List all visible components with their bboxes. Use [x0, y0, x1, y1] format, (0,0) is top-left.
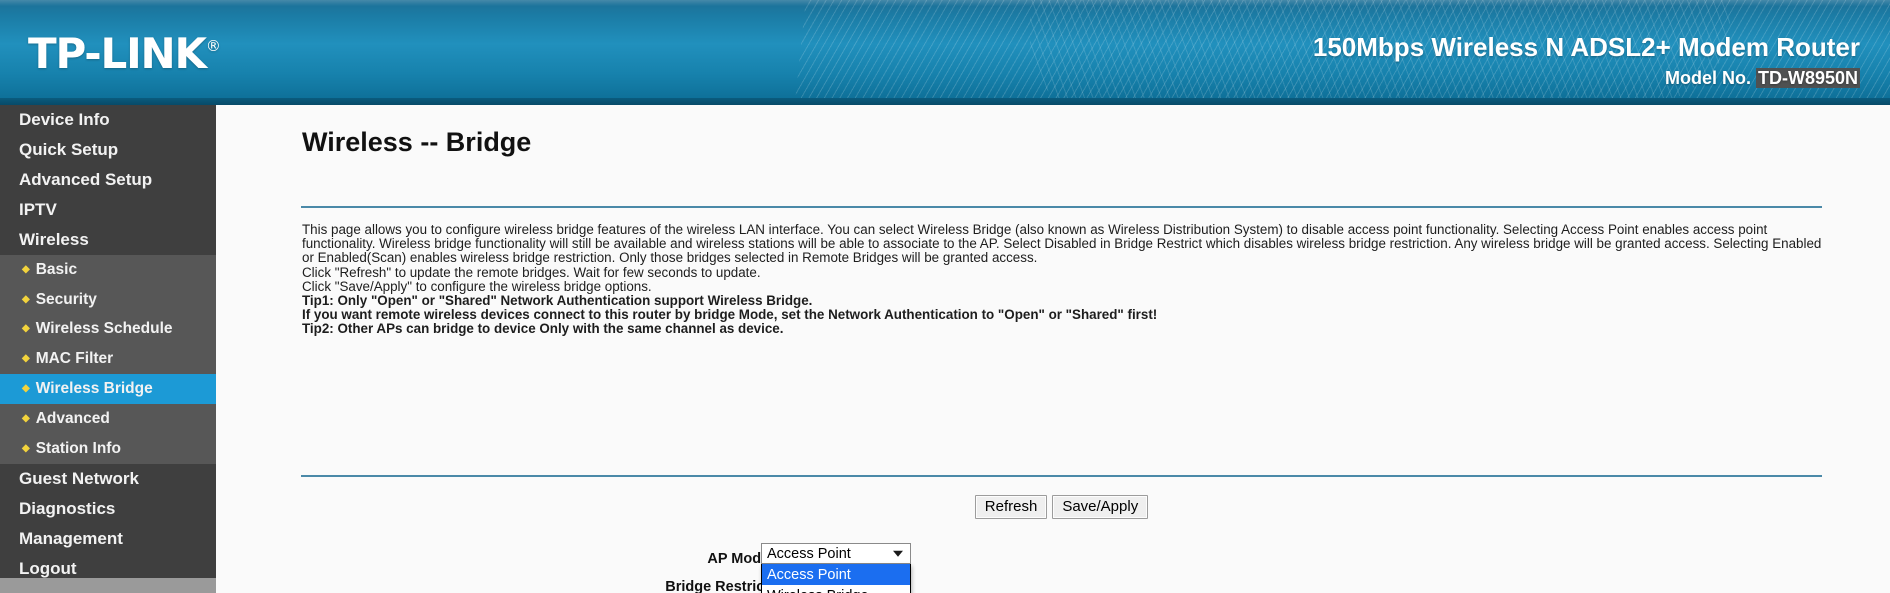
- sidebar-item-label: Advanced: [35, 409, 110, 427]
- sidebar-item-label: Station Info: [35, 439, 121, 457]
- sidebar-item-security[interactable]: ◆ Security: [0, 285, 216, 315]
- sidebar-item-device-info[interactable]: Device Info: [0, 105, 216, 135]
- sidebar-item-label: Wireless Schedule: [35, 320, 173, 338]
- sidebar-item-quick-setup[interactable]: Quick Setup: [0, 135, 216, 165]
- diamond-bullet-icon: ◆: [22, 263, 30, 275]
- divider-top: [301, 206, 1822, 208]
- sidebar-item-label: IPTV: [19, 200, 57, 219]
- sidebar-item-label: Basic: [35, 260, 78, 278]
- dropdown-option-label: Wireless Bridge: [767, 588, 869, 593]
- dropdown-option-access-point[interactable]: Access Point: [762, 564, 910, 585]
- sidebar-item-wireless-schedule[interactable]: ◆ Wireless Schedule: [0, 315, 216, 345]
- sidebar-item-management[interactable]: Management: [0, 524, 216, 554]
- ap-mode-select[interactable]: Access Point: [761, 543, 911, 564]
- chevron-down-icon: [893, 550, 903, 557]
- sidebar-item-label: Wireless Bridge: [35, 380, 153, 398]
- diamond-bullet-icon: ◆: [22, 412, 30, 424]
- sidebar-item-guest-network[interactable]: Guest Network: [0, 464, 216, 494]
- save-apply-button[interactable]: Save/Apply: [1052, 495, 1149, 519]
- sidebar-wireless-submenu: ◆ Basic ◆ Security ◆ Wireless Schedule ◆…: [0, 255, 216, 464]
- header-bottom-edge: [0, 98, 1890, 105]
- sidebar-item-wireless[interactable]: Wireless: [0, 225, 216, 255]
- router-admin-page: TP-LINK® 150Mbps Wireless N ADSL2+ Modem…: [0, 0, 1890, 593]
- sidebar-footer-strip: [0, 578, 216, 593]
- refresh-button[interactable]: Refresh: [974, 495, 1048, 519]
- sidebar-top-group: Device Info Quick Setup Advanced Setup I…: [0, 105, 216, 255]
- sidebar-bottom-group: Guest Network Diagnostics Management Log…: [0, 464, 216, 584]
- ap-mode-label: AP Mode:: [707, 551, 774, 567]
- description-saveapply-hint: Click "Save/Apply" to configure the wire…: [302, 278, 652, 294]
- form-action-bar: Refresh Save/Apply: [301, 495, 1822, 519]
- model-number-label: Model No.: [1664, 68, 1751, 88]
- diamond-bullet-icon: ◆: [22, 353, 30, 365]
- sidebar-item-label: MAC Filter: [35, 350, 114, 368]
- page-description: This page allows you to configure wirele…: [302, 222, 1822, 337]
- registered-trademark-icon: ®: [205, 37, 221, 55]
- sidebar-navigation: Device Info Quick Setup Advanced Setup I…: [0, 105, 216, 578]
- sidebar-item-label: Logout: [19, 558, 77, 578]
- sidebar-item-diagnostics[interactable]: Diagnostics: [0, 494, 216, 524]
- ap-mode-dropdown-list: Access Point Wireless Bridge: [761, 564, 911, 593]
- sidebar-item-label: Advanced Setup: [19, 170, 153, 189]
- ap-mode-selected-value: Access Point: [767, 545, 851, 562]
- diamond-bullet-icon: ◆: [22, 323, 30, 335]
- sidebar-item-advanced-setup[interactable]: Advanced Setup: [0, 165, 216, 195]
- diamond-bullet-icon: ◆: [22, 293, 30, 305]
- divider-bottom: [301, 475, 1822, 477]
- model-number-value: TD-W8950N: [1755, 68, 1860, 88]
- description-tip2: Tip2: Other APs can bridge to device Onl…: [302, 321, 784, 337]
- description-refresh-hint: Click "Refresh" to update the remote bri…: [302, 264, 761, 280]
- page-header: TP-LINK® 150Mbps Wireless N ADSL2+ Modem…: [0, 0, 1890, 105]
- diamond-bullet-icon: ◆: [22, 442, 30, 454]
- logo-text: TP-LINK: [28, 29, 207, 78]
- ap-mode-select-wrapper: Access Point Access Point Wireless Bridg…: [761, 543, 911, 593]
- sidebar-item-label: Wireless: [19, 230, 89, 249]
- page-title: Wireless -- Bridge: [302, 127, 532, 157]
- description-tip1: Tip1: Only "Open" or "Shared" Network Au…: [302, 293, 813, 309]
- product-title: 150Mbps Wireless N ADSL2+ Modem Router: [1312, 32, 1860, 62]
- sidebar-item-basic[interactable]: ◆ Basic: [0, 255, 216, 285]
- bridge-restrict-label: Bridge Restrict:: [665, 579, 774, 593]
- dropdown-option-label: Access Point: [767, 566, 851, 583]
- sidebar-item-label: Diagnostics: [19, 498, 116, 518]
- description-tip1-detail: If you want remote wireless devices conn…: [302, 307, 1158, 323]
- sidebar-item-wireless-bridge[interactable]: ◆ Wireless Bridge: [0, 374, 216, 404]
- header-sheen: [0, 0, 1890, 6]
- sidebar-item-mac-filter[interactable]: ◆ MAC Filter: [0, 344, 216, 374]
- tplink-logo[interactable]: TP-LINK®: [28, 29, 221, 78]
- sidebar-item-advanced[interactable]: ◆ Advanced: [0, 404, 216, 434]
- dropdown-option-wireless-bridge[interactable]: Wireless Bridge: [762, 585, 910, 593]
- sidebar-item-label: Device Info: [19, 110, 110, 129]
- sidebar-item-label: Quick Setup: [19, 140, 119, 159]
- sidebar-item-label: Management: [19, 528, 123, 548]
- description-paragraph: This page allows you to configure wirele…: [302, 222, 1822, 266]
- sidebar-item-station-info[interactable]: ◆ Station Info: [0, 434, 216, 464]
- sidebar-item-label: Security: [35, 290, 97, 308]
- sidebar-item-label: Guest Network: [19, 468, 139, 488]
- main-content: Wireless -- Bridge This page allows you …: [216, 105, 1890, 593]
- diamond-bullet-icon: ◆: [22, 383, 30, 395]
- sidebar-item-iptv[interactable]: IPTV: [0, 195, 216, 225]
- model-number-line: Model No. TD-W8950N: [1665, 68, 1860, 89]
